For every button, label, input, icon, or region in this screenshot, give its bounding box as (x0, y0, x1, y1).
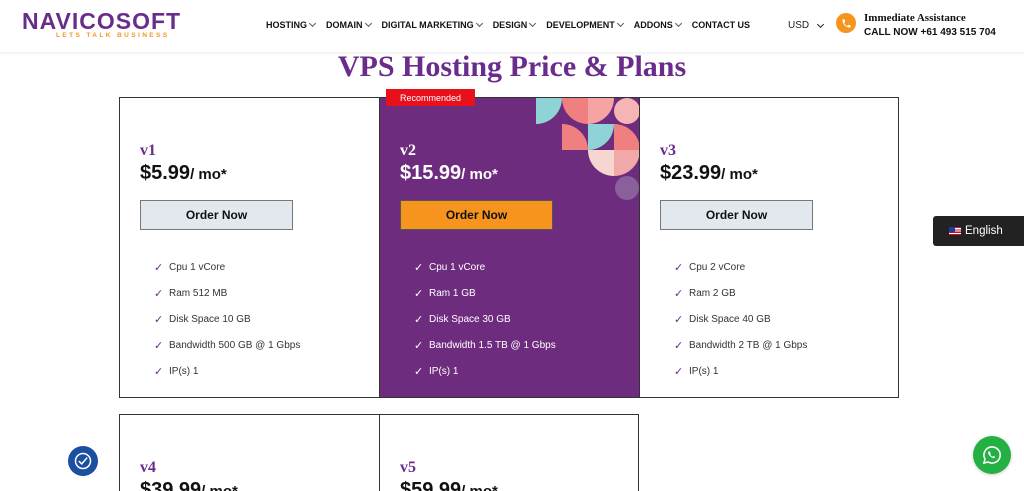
assistance-title: Immediate Assistance (864, 12, 966, 24)
chevron-down-icon (616, 19, 624, 28)
check-icon: ✓ (154, 287, 164, 300)
whatsapp-button[interactable] (973, 436, 1011, 474)
check-icon: ✓ (154, 365, 164, 378)
check-icon: ✓ (154, 339, 164, 352)
order-now-button[interactable]: Order Now (660, 200, 813, 230)
logo-text: NAVICOSOFT (22, 8, 182, 34)
chevron-down-icon (475, 19, 483, 28)
assistance-phone[interactable]: CALL NOW +61 493 515 704 (864, 27, 996, 38)
chevron-down-icon (529, 19, 537, 28)
list-item: ✓ IP(s) 1 (154, 365, 199, 378)
nav-domain[interactable]: DOMAIN (326, 19, 372, 30)
check-icon: ✓ (674, 365, 684, 378)
chevron-down-icon (364, 19, 372, 28)
recommended-badge: Recommended (386, 89, 475, 106)
check-icon: ✓ (674, 287, 684, 300)
check-icon: ✓ (674, 313, 684, 326)
check-icon: ✓ (414, 261, 424, 274)
list-item: ✓ Disk Space 10 GB (154, 313, 251, 326)
check-icon: ✓ (414, 287, 424, 300)
list-item: ✓ Cpu 1 vCore (414, 261, 486, 274)
plan-price: $59.99/ mo* (400, 479, 498, 491)
plan-name: v2 (400, 142, 416, 159)
plan-price: $15.99/ mo* (400, 162, 498, 184)
accessibility-icon (74, 452, 92, 470)
list-item: ✓ Ram 1 GB (414, 287, 476, 300)
plan-card-v5: v5 $59.99/ mo* (379, 414, 639, 491)
check-icon: ✓ (414, 313, 424, 326)
logo-tagline: LETS TALK BUSINESS (56, 32, 170, 39)
chevron-down-icon (308, 19, 317, 28)
plan-price: $5.99/ mo* (140, 162, 227, 184)
list-item: ✓ IP(s) 1 (674, 365, 719, 378)
site-header: NAVICOSOFT LETS TALK BUSINESS HOSTING DO… (0, 0, 1024, 52)
plan-card-v3: v3 $23.99/ mo* Order Now ✓ Cpu 2 vCore ✓ R… (639, 97, 899, 398)
list-item: ✓ Cpu 2 vCore (674, 261, 746, 274)
logo[interactable]: NAVICOSOFT LETS TALK BUSINESS (22, 9, 181, 39)
list-item: ✓ Ram 2 GB (674, 287, 736, 300)
list-item: ✓ Ram 512 MB (154, 287, 228, 300)
check-icon: ✓ (414, 365, 424, 378)
nav-addons[interactable]: ADDONS (634, 19, 682, 30)
plan-name: v4 (140, 459, 156, 476)
phone-icon (836, 13, 856, 33)
accessibility-button[interactable] (68, 446, 98, 476)
list-item: ✓ Disk Space 30 GB (414, 313, 511, 326)
list-item: ✓ Cpu 1 vCore (154, 261, 226, 274)
main-nav: HOSTING DOMAIN DIGITAL MARKETING DESIGN … (266, 19, 761, 30)
check-icon: ✓ (414, 339, 424, 352)
list-item: ✓ IP(s) 1 (414, 365, 459, 378)
plan-card-v1: v1 $5.99/ mo* Order Now ✓ Cpu 1 vCore ✓ Ra… (119, 97, 380, 398)
plan-name: v3 (660, 142, 676, 159)
nav-design[interactable]: DESIGN (493, 19, 537, 30)
plan-card-v2: v2 $15.99/ mo* Order Now ✓ Cpu 1 vCore ✓ R… (379, 97, 640, 398)
check-icon: ✓ (674, 261, 684, 274)
plan-name: v5 (400, 459, 416, 476)
nav-hosting[interactable]: HOSTING (266, 19, 317, 30)
feature-list: ✓ Cpu 1 vCore ✓ Ram 1 GB ✓ Disk Space 30 GB… (414, 254, 556, 384)
nav-development[interactable]: DEVELOPMENT (546, 19, 624, 30)
language-selector[interactable]: English (933, 216, 1024, 246)
plan-card-v4: v4 $39.99/ mo* (119, 414, 380, 491)
check-icon: ✓ (154, 261, 164, 274)
nav-digital-marketing[interactable]: DIGITAL MARKETING (382, 19, 483, 30)
nav-contact-us[interactable]: CONTACT US (692, 20, 750, 30)
page-title: VPS Hosting Price & Plans (337, 50, 687, 83)
whatsapp-icon (982, 446, 1001, 465)
plan-price: $23.99/ mo* (660, 162, 758, 184)
order-now-button[interactable]: Order Now (400, 200, 553, 230)
check-icon: ✓ (674, 339, 684, 352)
list-item: ✓ Bandwidth 500 GB @ 1 Gbps (154, 339, 301, 352)
plan-price: $39.99/ mo* (140, 479, 238, 491)
list-item: ✓ Bandwidth 1.5 TB @ 1 Gbps (414, 339, 556, 352)
chevron-down-icon (674, 19, 682, 28)
plan-name: v1 (140, 142, 156, 159)
chevron-down-icon (817, 20, 825, 28)
currency-selector[interactable]: USD (788, 20, 825, 31)
decorative-pattern (536, 98, 639, 200)
feature-list: ✓ Cpu 1 vCore ✓ Ram 512 MB ✓ Disk Space 10 … (154, 254, 300, 384)
order-now-button[interactable]: Order Now (140, 200, 293, 230)
us-flag-icon (949, 227, 961, 235)
list-item: ✓ Bandwidth 2 TB @ 1 Gbps (674, 339, 808, 352)
check-icon: ✓ (154, 313, 164, 326)
feature-list: ✓ Cpu 2 vCore ✓ Ram 2 GB ✓ Disk Space 40 GB… (674, 254, 807, 384)
list-item: ✓ Disk Space 40 GB (674, 313, 771, 326)
